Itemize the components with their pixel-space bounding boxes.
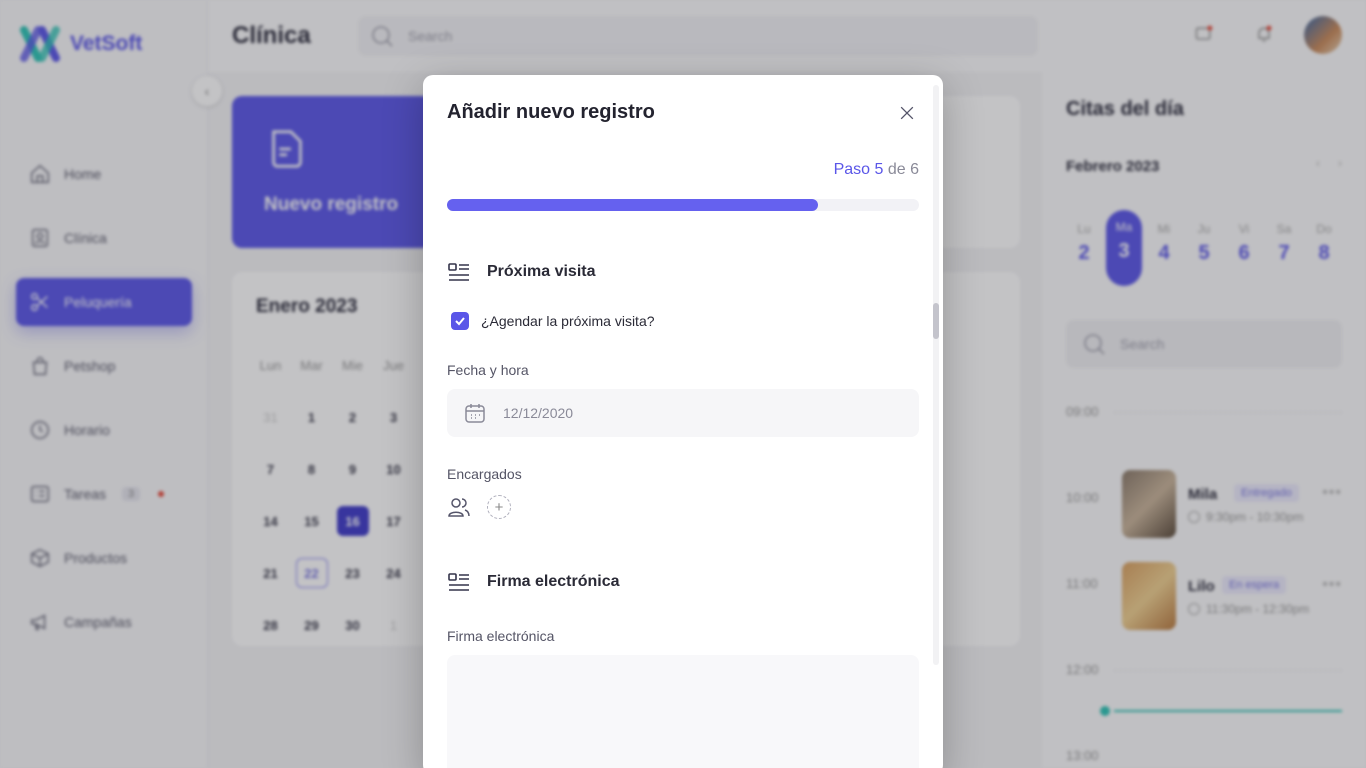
modal-title: Añadir nuevo registro	[447, 101, 655, 123]
plus-icon: +	[494, 498, 504, 516]
add-assignee-button[interactable]: +	[487, 495, 511, 519]
step-progress-fill	[447, 199, 818, 211]
signature-pad[interactable]	[447, 655, 919, 768]
assignees-label: Encargados	[447, 466, 522, 482]
section-title: Próxima visita	[487, 263, 596, 280]
signature-label: Firma electrónica	[447, 628, 555, 644]
section-title: Firma electrónica	[487, 573, 620, 590]
step-label: Paso	[833, 161, 871, 178]
schedule-next-visit-checkbox[interactable]: ¿Agendar la próxima visita?	[451, 312, 655, 330]
list-detail-icon	[448, 573, 469, 591]
step-current: 5	[874, 161, 884, 178]
checkbox-checked[interactable]	[451, 312, 469, 330]
checkbox-label: ¿Agendar la próxima visita?	[481, 313, 655, 329]
section-next-visit: Próxima visita	[447, 261, 596, 283]
assignees-row: +	[447, 495, 511, 519]
close-icon[interactable]	[897, 103, 917, 123]
date-time-label: Fecha y hora	[447, 362, 529, 378]
date-value: 12/12/2020	[503, 405, 574, 421]
users-icon	[448, 498, 470, 517]
date-time-input[interactable]: 12/12/2020	[447, 389, 919, 437]
modal-scrollbar-thumb[interactable]	[933, 303, 939, 339]
calendar-icon	[465, 404, 485, 423]
checkmark-icon	[455, 317, 465, 326]
add-record-modal: Añadir nuevo registro Paso 5 de 6 Próxim…	[423, 75, 943, 768]
modal-scrollbar[interactable]	[933, 85, 939, 665]
step-of: de	[887, 161, 906, 178]
list-detail-icon	[448, 263, 469, 281]
step-total: 6	[910, 161, 919, 178]
step-indicator: Paso 5 de 6	[834, 161, 919, 179]
section-signature: Firma electrónica	[447, 571, 620, 593]
step-progress-bar	[447, 199, 919, 211]
